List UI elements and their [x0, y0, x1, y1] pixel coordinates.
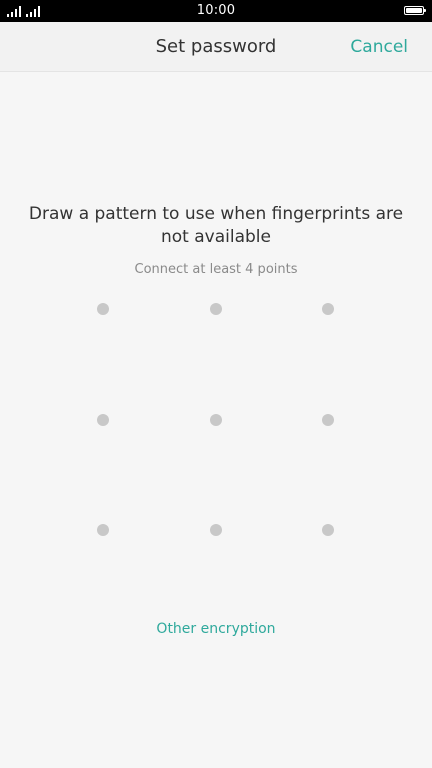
pattern-dot — [97, 414, 109, 426]
pattern-point-5[interactable] — [176, 380, 256, 460]
pattern-point-4[interactable] — [63, 380, 143, 460]
other-encryption-link[interactable]: Other encryption — [156, 621, 275, 637]
pattern-dot — [97, 524, 109, 536]
pattern-point-1[interactable] — [63, 269, 143, 349]
pattern-grid[interactable] — [46, 253, 386, 586]
pattern-point-9[interactable] — [288, 490, 368, 570]
pattern-point-2[interactable] — [176, 269, 256, 349]
header: Set password Cancel — [0, 22, 432, 72]
pattern-dot — [210, 303, 222, 315]
battery-icon — [404, 6, 426, 15]
pattern-dot — [97, 303, 109, 315]
pattern-point-8[interactable] — [176, 490, 256, 570]
pattern-dot — [322, 414, 334, 426]
pattern-dot — [322, 524, 334, 536]
pattern-point-3[interactable] — [288, 269, 368, 349]
pattern-point-6[interactable] — [288, 380, 368, 460]
instruction-text: Draw a pattern to use when fingerprints … — [28, 204, 404, 247]
pattern-dot — [322, 303, 334, 315]
cancel-button[interactable]: Cancel — [350, 36, 408, 58]
status-time: 10:00 — [196, 3, 236, 18]
other-encryption-row: Other encryption — [0, 620, 432, 638]
pattern-dot — [210, 414, 222, 426]
pattern-dot — [210, 524, 222, 536]
status-bar: 10:00 — [0, 0, 432, 22]
pattern-point-7[interactable] — [63, 490, 143, 570]
